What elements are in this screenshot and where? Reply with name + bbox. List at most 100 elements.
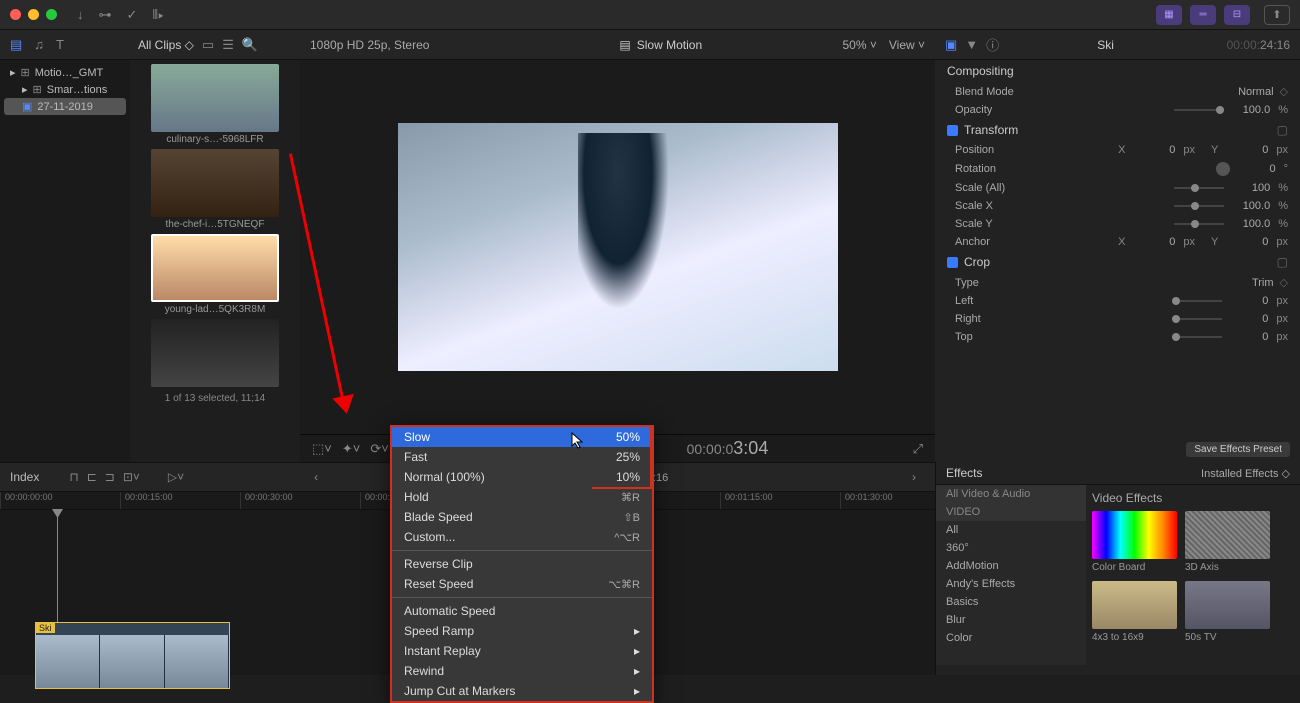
share-button[interactable]: ⬆: [1264, 5, 1290, 25]
effect-category[interactable]: Color: [936, 629, 1086, 647]
menu-blade-speed[interactable]: Blade Speed⇧B: [392, 507, 652, 527]
crop-top-slider[interactable]: [1172, 336, 1222, 338]
next-edit-icon[interactable]: ›: [912, 470, 916, 484]
crop-left-slider[interactable]: [1172, 300, 1222, 302]
effect-category[interactable]: AddMotion: [936, 557, 1086, 575]
effect-item[interactable]: 4x3 to 16x9: [1092, 581, 1177, 643]
menu-rewind[interactable]: Rewind▸: [392, 661, 652, 681]
viewer: ⬚˅ ✦˅ ⟳˅ ▶ 00:00:03:04 ⤢: [300, 60, 935, 462]
clip-thumb[interactable]: culinary-s…-5968LFR: [134, 64, 296, 145]
submenu-50[interactable]: 50%: [592, 427, 650, 447]
compositing-header[interactable]: Compositing: [935, 60, 1300, 82]
scale-slider[interactable]: [1174, 187, 1224, 189]
timeline-toggle[interactable]: ═: [1190, 5, 1216, 25]
select-tool-icon[interactable]: ▷˅: [168, 470, 184, 484]
submenu-10[interactable]: 10%: [592, 467, 650, 487]
filmstrip-icon[interactable]: ☰: [222, 37, 234, 53]
timeline-index[interactable]: Index: [10, 470, 39, 484]
crop-left-row[interactable]: Left0px: [935, 292, 1300, 310]
connect-icon[interactable]: ⊓: [69, 470, 78, 484]
transform-header[interactable]: Transform▢: [935, 119, 1300, 141]
crop-checkbox[interactable]: [947, 257, 958, 268]
color-insp-icon[interactable]: ▼: [965, 37, 978, 52]
clip-thumb-selected[interactable]: young-lad…5QK3R8M: [134, 234, 296, 315]
insert-icon[interactable]: ⊏: [87, 470, 97, 484]
zoom-select[interactable]: 50% ˅: [842, 38, 876, 52]
zoom-window[interactable]: [46, 9, 57, 20]
opacity-row[interactable]: Opacity100.0%: [935, 101, 1300, 119]
crop-right-row[interactable]: Right0px: [935, 310, 1300, 328]
menu-reverse[interactable]: Reverse Clip: [392, 554, 652, 574]
overwrite-icon[interactable]: ⊡˅: [123, 470, 140, 484]
crop-tool-icon[interactable]: ⬚˅: [312, 441, 332, 457]
submenu-25[interactable]: 25%: [592, 447, 650, 467]
transform-expand-icon[interactable]: ▢: [1277, 123, 1288, 137]
opacity-slider[interactable]: [1174, 109, 1224, 111]
anchor-row[interactable]: AnchorX0pxY0px: [935, 233, 1300, 251]
save-preset-button[interactable]: Save Effects Preset: [1186, 442, 1290, 457]
transform-checkbox[interactable]: [947, 125, 958, 136]
titles-icon[interactable]: T: [56, 37, 64, 53]
search-icon[interactable]: 🔍: [242, 37, 258, 53]
installed-effects-filter[interactable]: Installed Effects ◇: [1201, 467, 1290, 480]
library-item[interactable]: ▸⊞Smar…tions: [4, 81, 126, 98]
keyword-icon[interactable]: ⊶: [99, 7, 112, 23]
view-menu[interactable]: View ˅: [889, 38, 925, 52]
rotation-dial[interactable]: [1216, 162, 1230, 176]
scale-x-row[interactable]: Scale X100.0%: [935, 197, 1300, 215]
render-icon[interactable]: ⦀▸: [152, 7, 164, 23]
inspector-toggle[interactable]: ⊟: [1224, 5, 1250, 25]
prev-edit-icon[interactable]: ‹: [314, 470, 318, 484]
import-icon[interactable]: ↓: [77, 7, 84, 23]
crop-header[interactable]: Crop▢: [935, 251, 1300, 273]
position-row[interactable]: PositionX0pxY0px: [935, 141, 1300, 159]
media-icon[interactable]: ▤: [10, 37, 22, 53]
library-item[interactable]: ▸⊞Motio…_GMT: [4, 64, 126, 81]
timeline-clip[interactable]: Ski: [35, 622, 230, 689]
crop-right-slider[interactable]: [1172, 318, 1222, 320]
crop-expand-icon[interactable]: ▢: [1277, 255, 1288, 269]
photos-icon[interactable]: ♫: [34, 37, 44, 53]
enhance-icon[interactable]: ✦˅: [342, 441, 360, 457]
scale-y-row[interactable]: Scale Y100.0%: [935, 215, 1300, 233]
effect-category[interactable]: Basics: [936, 593, 1086, 611]
effect-category[interactable]: All Video & Audio: [936, 485, 1086, 503]
menu-custom[interactable]: Custom...^⌥R: [392, 527, 652, 547]
effect-item[interactable]: Color Board: [1092, 511, 1177, 573]
bg-tasks-icon[interactable]: ✓: [127, 7, 138, 23]
scaley-slider[interactable]: [1174, 223, 1224, 225]
crop-top-row[interactable]: Top0px: [935, 328, 1300, 346]
clip-thumb[interactable]: [134, 319, 296, 387]
fullscreen-icon[interactable]: ⤢: [913, 441, 923, 457]
clip-filter[interactable]: All Clips ◇: [138, 38, 194, 52]
effect-category[interactable]: All: [936, 521, 1086, 539]
effect-category[interactable]: Blur: [936, 611, 1086, 629]
effect-category[interactable]: 360°: [936, 539, 1086, 557]
library-item-selected[interactable]: ▣27-11-2019: [4, 98, 126, 115]
append-icon[interactable]: ⊐: [105, 470, 115, 484]
menu-speed-ramp[interactable]: Speed Ramp▸: [392, 621, 652, 641]
minimize-window[interactable]: [28, 9, 39, 20]
menu-reset-speed[interactable]: Reset Speed⌥⌘R: [392, 574, 652, 594]
menu-auto-speed[interactable]: Automatic Speed: [392, 601, 652, 621]
viewer-canvas[interactable]: [300, 60, 935, 434]
library-toggle[interactable]: ▦: [1156, 5, 1182, 25]
clip-thumb[interactable]: the-chef-i…5TGNEQF: [134, 149, 296, 230]
rotation-row[interactable]: Rotation0°: [935, 159, 1300, 179]
list-view-icon[interactable]: ▭: [202, 37, 214, 53]
scalex-slider[interactable]: [1174, 205, 1224, 207]
info-insp-icon[interactable]: ⓘ: [986, 35, 999, 54]
scale-all-row[interactable]: Scale (All)100%: [935, 179, 1300, 197]
menu-separator: [392, 597, 652, 598]
menu-jump-cut[interactable]: Jump Cut at Markers▸: [392, 681, 652, 701]
menu-hold[interactable]: Hold⌘R: [392, 487, 652, 507]
effect-item[interactable]: 3D Axis: [1185, 511, 1270, 573]
close-window[interactable]: [10, 9, 21, 20]
retime-icon[interactable]: ⟳˅: [370, 441, 388, 457]
effect-item[interactable]: 50s TV: [1185, 581, 1270, 643]
blend-mode-row[interactable]: Blend ModeNormal◇: [935, 82, 1300, 101]
menu-instant-replay[interactable]: Instant Replay▸: [392, 641, 652, 661]
video-insp-icon[interactable]: ▣: [945, 37, 957, 53]
effect-category[interactable]: Andy's Effects: [936, 575, 1086, 593]
crop-type-row[interactable]: TypeTrim◇: [935, 273, 1300, 292]
